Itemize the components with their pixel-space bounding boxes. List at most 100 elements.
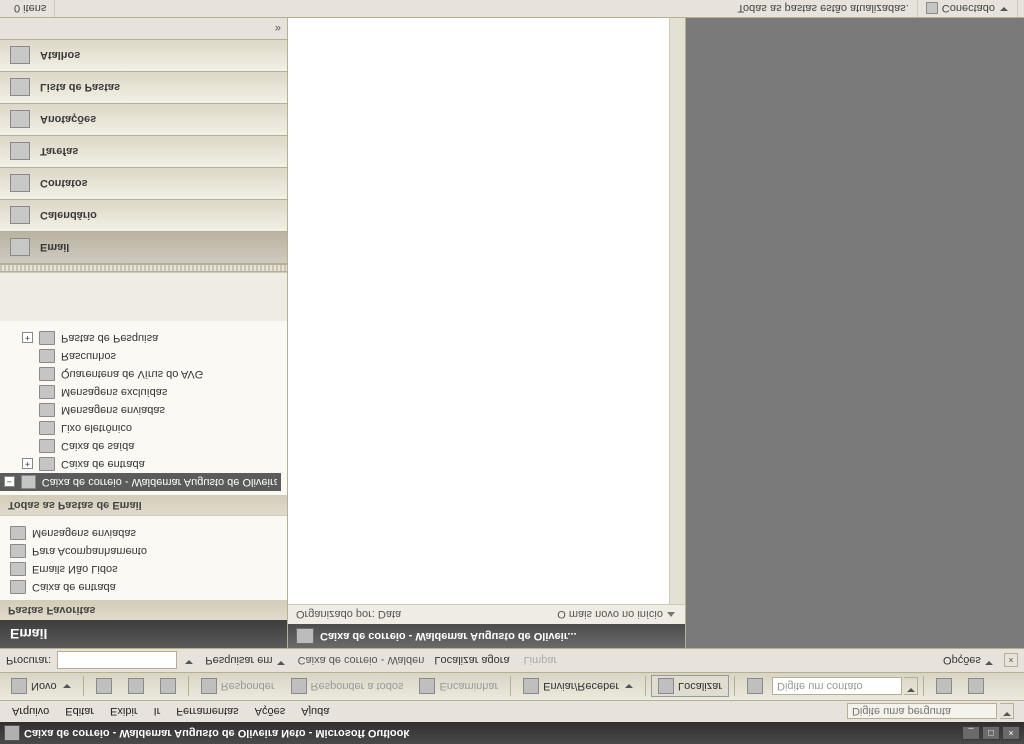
folder-outbox[interactable]: Caixa de saída (18, 437, 281, 455)
stack-configure[interactable]: » (0, 18, 287, 40)
stack-mail[interactable]: Email (0, 232, 287, 264)
reply-button[interactable]: Responder (194, 676, 282, 698)
scrollbar[interactable] (669, 18, 685, 604)
favorite-followup[interactable]: Para Acompanhamento (6, 542, 281, 560)
clear-button[interactable]: Limpar (520, 653, 562, 669)
spacer (22, 387, 33, 398)
folder-sent[interactable]: Mensagens enviadas (18, 401, 281, 419)
stack-label: Lista de Pastas (40, 82, 120, 94)
menu-ferramentas[interactable]: Ferramentas (168, 704, 246, 720)
status-bar: 0 itens Todas as pastas estão atualizada… (0, 0, 1024, 18)
folder-deleted[interactable]: Mensagens excluídas (18, 383, 281, 401)
search-in-button[interactable]: Pesquisar em (201, 652, 289, 669)
collapse-icon[interactable]: − (4, 477, 15, 488)
favorite-inbox[interactable]: Caixa de entrada (6, 578, 281, 596)
favorite-label: Para Acompanhamento (32, 545, 147, 557)
reply-all-button[interactable]: Responder a todos (284, 676, 411, 698)
close-button[interactable]: × (1002, 726, 1020, 740)
contact-dropdown-icon[interactable] (904, 678, 918, 696)
separator (923, 677, 924, 697)
menu-acoes[interactable]: Ações (247, 704, 294, 720)
stack-calendar[interactable]: Calendário (0, 200, 287, 232)
message-list[interactable] (288, 18, 685, 604)
menu-bar: Arquivo Editar Exibir Ir Ferramentas Açõ… (0, 700, 1024, 722)
mail-icon (10, 239, 30, 257)
folder-inbox[interactable]: + Caixa de entrada (18, 455, 281, 473)
help-button[interactable] (929, 676, 959, 698)
spacer (22, 405, 33, 416)
view-header: Caixa de correio - Waldemar Augusto de O… (288, 624, 685, 648)
mailbox-icon (296, 628, 314, 644)
help-search-dropdown-icon[interactable] (1000, 704, 1014, 720)
arrange-bar[interactable]: Organizado por: Data O mais novo no iníc… (288, 604, 685, 624)
find-now-button[interactable]: Localizar agora (430, 653, 513, 669)
menu-ajuda[interactable]: Ajuda (293, 704, 337, 720)
forward-icon (419, 679, 435, 695)
chevron-down-icon (276, 657, 286, 667)
chevron-down-icon[interactable] (63, 683, 71, 691)
menu-arquivo[interactable]: Arquivo (4, 704, 57, 720)
delete-button[interactable] (153, 676, 183, 698)
flag-icon (968, 679, 984, 695)
find-bar: Procurar: Pesquisar em Caixa de correio … (0, 648, 1024, 672)
folder-junk[interactable]: Lixo eletrônico (18, 419, 281, 437)
minimize-button[interactable]: _ (962, 726, 980, 740)
help-search-input[interactable] (847, 704, 997, 720)
favorite-sent[interactable]: Mensagens enviadas (6, 524, 281, 542)
nav-stack: Email Calendário Contatos Tarefas Anotaç… (0, 18, 287, 272)
folder-root[interactable]: − Caixa de correio - Waldemar Augusto de… (0, 473, 281, 491)
reply-all-icon (291, 679, 307, 695)
find-button[interactable]: Localizar (651, 676, 729, 698)
search-folder-icon (10, 562, 26, 576)
new-button[interactable]: Novo (4, 676, 78, 698)
status-connection[interactable]: Conectado (918, 0, 1018, 17)
favorites-title: Pastas Favoritas (0, 600, 287, 620)
folder-avg-quarantine[interactable]: Quarentena de Vírus do AVG (18, 365, 281, 383)
menu-exibir[interactable]: Exibir (102, 704, 146, 720)
move-button[interactable] (121, 676, 151, 698)
folder-label: Caixa de saída (61, 440, 134, 452)
stack-folder-list[interactable]: Lista de Pastas (0, 72, 287, 104)
maximize-button[interactable]: □ (982, 726, 1000, 740)
separator (83, 677, 84, 697)
sort-newest: O mais novo no início (557, 609, 663, 621)
forward-button[interactable]: Encaminhar (412, 676, 505, 698)
folder-search-folders[interactable]: + Pastas de Pesquisa (18, 329, 281, 347)
stack-tasks[interactable]: Tarefas (0, 136, 287, 168)
folder-icon (39, 457, 55, 471)
menu-editar[interactable]: Editar (57, 704, 102, 720)
resize-gripper[interactable] (0, 264, 287, 272)
folder-label: Caixa de entrada (61, 458, 145, 470)
stack-contacts[interactable]: Contatos (0, 168, 287, 200)
find-input[interactable] (57, 652, 177, 670)
find-close-button[interactable]: × (1004, 654, 1018, 668)
send-receive-button[interactable]: Enviar/Receber (516, 676, 640, 698)
favorites-section: Pastas Favoritas Caixa de entrada Emails… (0, 515, 287, 620)
options-button[interactable]: Opções (939, 652, 998, 669)
expand-icon[interactable]: + (22, 459, 33, 470)
send-receive-label: Enviar/Receber (543, 681, 619, 693)
print-button[interactable] (89, 676, 119, 698)
folder-drafts[interactable]: Rascunhos (18, 347, 281, 365)
favorite-unread[interactable]: Emails Não Lidos (6, 560, 281, 578)
separator (188, 677, 189, 697)
address-book-button[interactable] (740, 676, 770, 698)
stack-label: Atalhos (40, 50, 80, 62)
favorite-label: Mensagens enviadas (32, 527, 136, 539)
stack-shortcuts[interactable]: Atalhos (0, 40, 287, 72)
stack-notes[interactable]: Anotações (0, 104, 287, 136)
expand-icon[interactable]: + (22, 333, 33, 344)
chevron-down-icon[interactable] (625, 683, 633, 691)
contact-input[interactable]: Digite um contato (772, 678, 902, 696)
spacer (22, 423, 33, 434)
spacer (22, 369, 33, 380)
flag-button[interactable] (961, 676, 991, 698)
menu-ir[interactable]: Ir (146, 704, 169, 720)
find-input-dropdown-icon[interactable] (183, 655, 195, 667)
favorite-label: Caixa de entrada (32, 581, 116, 593)
favorite-label: Emails Não Lidos (32, 563, 118, 575)
folder-label: Pastas de Pesquisa (61, 332, 158, 344)
folder-icon (39, 403, 55, 417)
search-scope: Caixa de correio - Walden (298, 655, 425, 667)
folder-icon (10, 580, 26, 594)
